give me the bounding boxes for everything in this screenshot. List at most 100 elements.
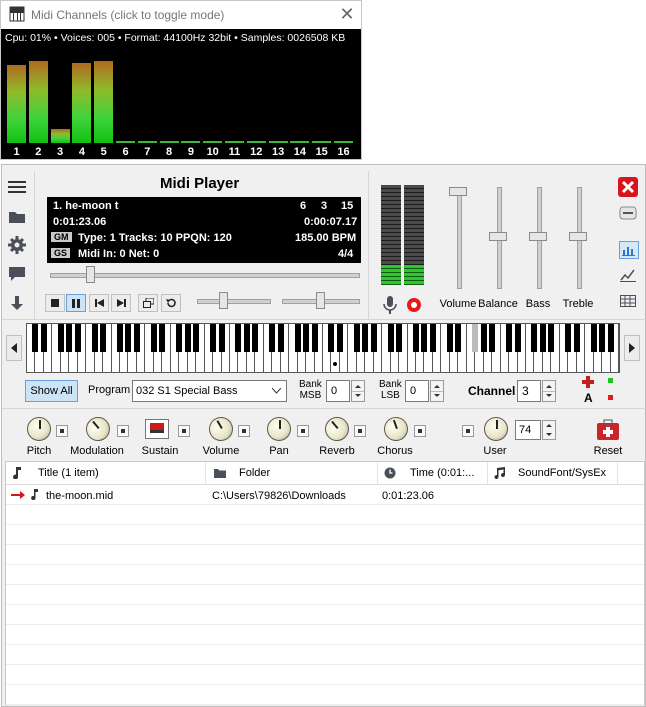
reset-button[interactable] [596, 419, 620, 441]
volume-mini-track[interactable] [197, 299, 271, 304]
piano-black-key[interactable] [125, 324, 132, 352]
piano-black-key[interactable] [74, 324, 81, 352]
piano-black-key[interactable] [91, 324, 98, 352]
piano-black-key[interactable] [573, 324, 580, 352]
piano-black-key[interactable] [269, 324, 276, 352]
knob-user[interactable] [484, 417, 508, 441]
channel-number[interactable]: 8 [160, 146, 179, 158]
piano-black-key[interactable] [235, 324, 242, 352]
piano-black-key[interactable] [413, 324, 420, 352]
mixer-slider-thumb[interactable] [489, 232, 507, 241]
download-button[interactable] [5, 291, 29, 315]
piano-black-key[interactable] [32, 324, 39, 352]
knob-toggle[interactable] [238, 425, 250, 437]
piano-black-key[interactable] [514, 324, 521, 352]
channel-number[interactable]: 15 [312, 146, 331, 158]
channel-number[interactable]: 3 [51, 146, 70, 158]
volume-mini-thumb[interactable] [219, 292, 228, 309]
record-button[interactable] [402, 293, 426, 317]
piano-black-key[interactable] [539, 324, 546, 352]
knob-toggle[interactable] [414, 425, 426, 437]
stop-button[interactable] [45, 294, 65, 312]
piano-black-key[interactable] [599, 324, 606, 352]
column-title[interactable]: Title (1 item) [6, 462, 206, 484]
piano-black-key[interactable] [353, 324, 360, 352]
knob-toggle[interactable] [462, 425, 474, 437]
channel-number[interactable]: 1 [7, 146, 26, 158]
channel-number[interactable]: 5 [94, 146, 113, 158]
channel-number[interactable]: 13 [269, 146, 288, 158]
sustain-button[interactable] [145, 419, 169, 439]
piano-black-key[interactable] [336, 324, 343, 352]
piano-black-key[interactable] [370, 324, 377, 352]
channel-number[interactable]: 10 [203, 146, 222, 158]
mixer-slider-thumb[interactable] [569, 232, 587, 241]
chat-button[interactable] [5, 262, 29, 286]
piano-black-key[interactable] [480, 324, 487, 352]
bank-msb-input[interactable]: 0 [326, 380, 350, 402]
bank-msb-spinner[interactable] [351, 380, 365, 402]
knob-toggle[interactable] [354, 425, 366, 437]
speed-mini-thumb[interactable] [316, 292, 325, 309]
piano-black-key[interactable] [455, 324, 462, 352]
knob-toggle[interactable] [117, 425, 129, 437]
row-time[interactable]: 0:01:23.06 [382, 490, 434, 502]
piano-black-key[interactable] [446, 324, 453, 352]
piano-black-key[interactable] [421, 324, 428, 352]
piano-black-key[interactable] [328, 324, 335, 352]
piano-black-key[interactable] [176, 324, 183, 352]
previous-button[interactable] [89, 294, 109, 312]
piano-black-key[interactable] [506, 324, 513, 352]
piano-black-key[interactable] [607, 324, 614, 352]
piano-black-key[interactable] [150, 324, 157, 352]
seek-track[interactable] [50, 273, 360, 278]
piano-black-key[interactable] [548, 324, 555, 352]
piano-black-key[interactable] [40, 324, 47, 352]
channel-meter-panel[interactable]: Cpu: 01% • Voices: 005 • Format: 44100Hz… [1, 29, 361, 159]
knob-volume[interactable] [204, 412, 238, 446]
piano-black-key[interactable] [531, 324, 538, 352]
piano-black-key[interactable] [303, 324, 310, 352]
piano-black-key[interactable] [277, 324, 284, 352]
piano-black-key[interactable] [243, 324, 250, 352]
knob-pitch[interactable] [27, 417, 51, 441]
piano-black-key[interactable] [294, 324, 301, 352]
user-value-spinner[interactable] [542, 420, 556, 440]
knob-reverb[interactable] [320, 412, 354, 446]
piano-black-key[interactable] [311, 324, 318, 352]
piano-scroll-left[interactable] [6, 335, 22, 361]
channel-number[interactable]: 16 [334, 146, 353, 158]
piano-black-key[interactable] [117, 324, 124, 352]
channel-input[interactable]: 3 [517, 380, 541, 402]
channel-spinner[interactable] [542, 380, 556, 402]
a-label[interactable]: A [584, 391, 593, 405]
piano-black-key[interactable] [57, 324, 64, 352]
view-bars-button[interactable] [619, 241, 639, 259]
piano-black-key[interactable] [429, 324, 436, 352]
program-select[interactable]: 032 S1 Special Bass [132, 380, 287, 402]
midi-channels-titlebar[interactable]: Midi Channels (click to toggle mode) ✕ [1, 1, 361, 29]
channel-number[interactable]: 9 [181, 146, 200, 158]
channel-number[interactable]: 2 [29, 146, 48, 158]
bank-lsb-spinner[interactable] [430, 380, 444, 402]
microphone-button[interactable] [378, 293, 402, 317]
piano-black-key[interactable] [66, 324, 73, 352]
piano-black-key[interactable] [396, 324, 403, 352]
piano-black-key[interactable] [159, 324, 166, 352]
menu-button[interactable] [5, 175, 29, 199]
next-button[interactable] [111, 294, 131, 312]
piano-black-key[interactable] [252, 324, 259, 352]
row-folder[interactable]: C:\Users\79826\Downloads [212, 490, 346, 502]
channel-number[interactable]: 6 [116, 146, 135, 158]
column-soundfont[interactable]: SoundFont/SysEx [488, 462, 618, 484]
piano-black-key[interactable] [193, 324, 200, 352]
minimize-button[interactable] [616, 201, 640, 225]
show-all-button[interactable]: Show All [25, 380, 78, 402]
piano-scroll-right[interactable] [624, 335, 640, 361]
close-icon[interactable]: ✕ [337, 4, 357, 24]
seek-thumb[interactable] [86, 266, 95, 283]
channel-number[interactable]: 12 [247, 146, 266, 158]
column-time[interactable]: Time (0:01:... [378, 462, 488, 484]
user-value-input[interactable]: 74 [515, 420, 541, 440]
mixer-slider-thumb[interactable] [449, 187, 467, 196]
